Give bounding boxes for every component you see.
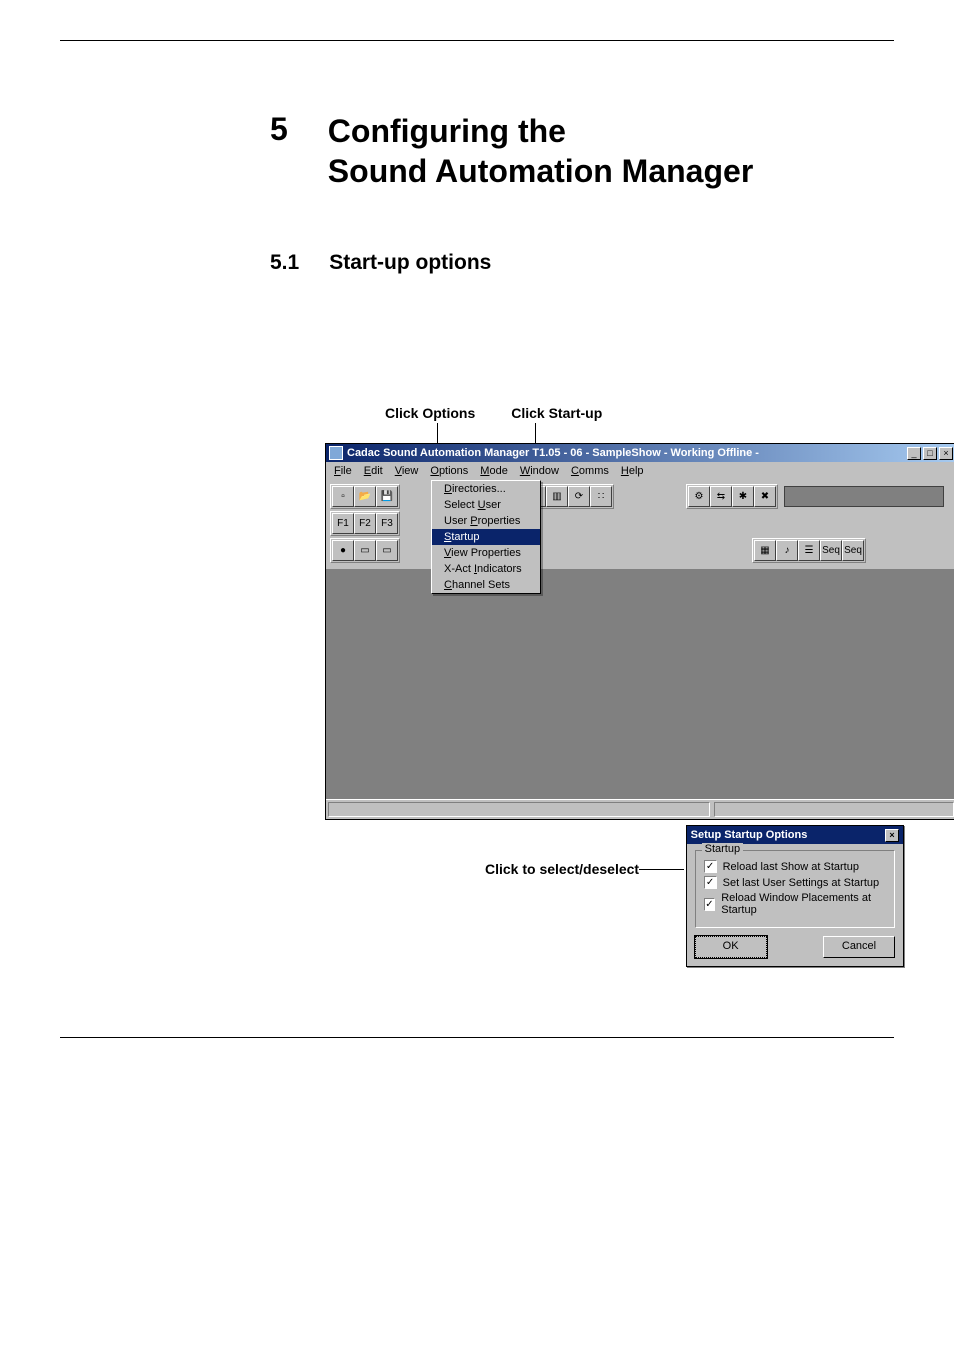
toolbar-record-icon[interactable]: ● — [332, 540, 354, 561]
toolbar-seq-e-icon[interactable]: Seq — [842, 540, 864, 561]
application-window: Cadac Sound Automation Manager T1.05 - 0… — [325, 443, 954, 820]
toolbar-f2-icon[interactable]: F2 — [354, 513, 376, 534]
callout-select-deselect: Click to select/deselect — [485, 861, 639, 877]
ok-button[interactable]: OK — [695, 936, 767, 958]
menu-item-xact-indicators[interactable]: X-Act Indicators — [432, 561, 540, 577]
chapter-number: 5 — [270, 111, 288, 148]
toolbar-seq-c-icon[interactable]: ☰ — [798, 540, 820, 561]
toolbar-display-panel — [784, 486, 944, 507]
toolbar-list1-icon[interactable]: ▭ — [354, 540, 376, 561]
status-pane-2 — [714, 802, 954, 817]
toolbar-area: ▫ 📂 💾 ▤ ▥ ⟳ ∷ ⚙ — [326, 480, 954, 569]
menu-edit[interactable]: Edit — [358, 464, 389, 478]
callout-click-options: Click Options — [385, 405, 475, 421]
menu-bar: File Edit View Options Mode Window Comms… — [326, 462, 954, 480]
section-number: 5.1 — [270, 251, 299, 275]
window-titlebar[interactable]: Cadac Sound Automation Manager T1.05 - 0… — [326, 444, 954, 462]
startup-groupbox: Startup ✓ Reload last Show at Startup ✓ … — [695, 850, 895, 928]
startup-options-dialog: Setup Startup Options × Startup ✓ Reload… — [686, 825, 904, 967]
maximize-button[interactable]: □ — [923, 447, 937, 460]
menu-file[interactable]: File — [328, 464, 358, 478]
checkbox-reload-last-show[interactable]: ✓ — [704, 860, 717, 873]
menu-item-startup[interactable]: Startup — [432, 529, 540, 545]
dialog-close-button[interactable]: × — [885, 829, 899, 842]
close-button[interactable]: × — [939, 447, 953, 460]
checkbox-label-reload-last-show: Reload last Show at Startup — [723, 861, 859, 873]
menu-item-directories[interactable]: Directories... — [432, 481, 540, 497]
leader-line — [639, 869, 684, 870]
menu-item-select-user[interactable]: Select User — [432, 497, 540, 513]
toolbar-f1-icon[interactable]: F1 — [332, 513, 354, 534]
figure: Click Options Click Start-up Cadac Sound… — [325, 405, 904, 967]
toolbar-seq-d-icon[interactable]: Seq — [820, 540, 842, 561]
window-title: Cadac Sound Automation Manager T1.05 - 0… — [347, 447, 759, 459]
toolbar-tool2-icon[interactable]: ⇆ — [710, 486, 732, 507]
dialog-title: Setup Startup Options — [691, 829, 808, 841]
menu-options[interactable]: Options — [424, 464, 474, 478]
menu-help[interactable]: Help — [615, 464, 650, 478]
toolbar-seq-b-icon[interactable]: ♪ — [776, 540, 798, 561]
toolbar-button-b-icon[interactable]: ▥ — [546, 486, 568, 507]
toolbar-tool4-icon[interactable]: ✖ — [754, 486, 776, 507]
options-dropdown-menu: Directories... Select User User Properti… — [431, 480, 541, 594]
menu-mode[interactable]: Mode — [474, 464, 514, 478]
menu-item-user-properties[interactable]: User Properties — [432, 513, 540, 529]
toolbar-button-c-icon[interactable]: ⟳ — [568, 486, 590, 507]
header-rule — [60, 40, 894, 41]
client-area — [326, 569, 954, 799]
section-heading: 5.1 Start-up options — [270, 251, 904, 275]
callout-click-startup: Click Start-up — [511, 405, 602, 421]
checkbox-set-last-user-settings[interactable]: ✓ — [704, 876, 717, 889]
checkbox-label-reload-window-placements: Reload Window Placements at Startup — [721, 892, 886, 916]
chapter-heading: 5 Configuring the Sound Automation Manag… — [270, 111, 904, 191]
toolbar-tool3-icon[interactable]: ✱ — [732, 486, 754, 507]
app-icon — [329, 446, 343, 460]
toolbar-button-d-icon[interactable]: ∷ — [590, 486, 612, 507]
toolbar-seq-a-icon[interactable]: ▦ — [754, 540, 776, 561]
toolbar-f3-icon[interactable]: F3 — [376, 513, 398, 534]
toolbar-tool1-icon[interactable]: ⚙ — [688, 486, 710, 507]
checkbox-reload-window-placements[interactable]: ✓ — [704, 898, 716, 911]
status-pane-1 — [328, 802, 710, 817]
menu-item-channel-sets[interactable]: Channel Sets — [432, 577, 540, 593]
chapter-title-line2: Sound Automation Manager — [328, 151, 753, 191]
footer-rule — [60, 1037, 894, 1038]
toolbar-open-icon[interactable]: 📂 — [354, 486, 376, 507]
menu-item-view-properties[interactable]: View Properties — [432, 545, 540, 561]
callout-leader-lines — [325, 423, 904, 443]
cancel-button[interactable]: Cancel — [823, 936, 895, 958]
checkbox-label-set-last-user-settings: Set last User Settings at Startup — [723, 877, 880, 889]
menu-view[interactable]: View — [389, 464, 425, 478]
chapter-title-line1: Configuring the — [328, 111, 753, 151]
toolbar-list2-icon[interactable]: ▭ — [376, 540, 398, 561]
dialog-titlebar[interactable]: Setup Startup Options × — [687, 826, 903, 844]
menu-comms[interactable]: Comms — [565, 464, 615, 478]
section-title: Start-up options — [329, 251, 491, 275]
minimize-button[interactable]: _ — [907, 447, 921, 460]
toolbar-save-icon[interactable]: 💾 — [376, 486, 398, 507]
status-bar — [326, 799, 954, 819]
menu-window[interactable]: Window — [514, 464, 565, 478]
toolbar-new-icon[interactable]: ▫ — [332, 486, 354, 507]
groupbox-label: Startup — [702, 843, 743, 855]
